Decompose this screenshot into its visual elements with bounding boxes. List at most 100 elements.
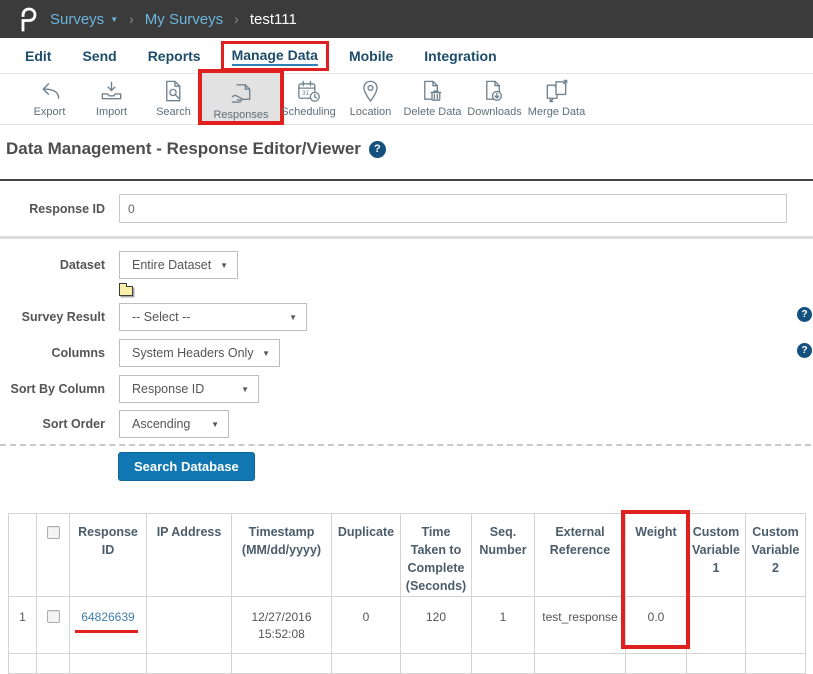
select-all-header bbox=[37, 514, 70, 597]
tool-label: Merge Data bbox=[528, 106, 585, 118]
ip-address-cell bbox=[147, 596, 232, 653]
columns-select-value: System Headers Only bbox=[132, 346, 254, 360]
annotation-underline-response-id bbox=[75, 630, 138, 633]
tool-label: Location bbox=[350, 106, 392, 118]
row-number-cell: 1 bbox=[9, 596, 37, 653]
row-checkbox[interactable] bbox=[47, 610, 60, 623]
search-button[interactable]: Search bbox=[144, 75, 203, 118]
delete-data-button[interactable]: Delete Data bbox=[403, 75, 462, 118]
row-number-header bbox=[9, 514, 37, 597]
divider-dashed bbox=[0, 444, 811, 446]
responses-table: Response ID IP Address Timestamp (MM/dd/… bbox=[8, 513, 805, 674]
chevron-down-icon: ▼ bbox=[241, 385, 249, 394]
responses-button[interactable]: Responses bbox=[198, 69, 284, 125]
sort-by-column-label: Sort By Column bbox=[0, 382, 105, 396]
svg-text:31: 31 bbox=[302, 90, 309, 97]
tab-send[interactable]: Send bbox=[82, 48, 116, 64]
divider bbox=[0, 236, 813, 239]
col-weight: Weight bbox=[626, 514, 687, 597]
custom-variable-1-cell bbox=[687, 596, 746, 653]
tab-manage-data[interactable]: Manage Data bbox=[232, 47, 318, 66]
col-ip-address: IP Address bbox=[147, 514, 232, 597]
tab-reports[interactable]: Reports bbox=[148, 48, 201, 64]
col-response-id: Response ID bbox=[70, 514, 147, 597]
tool-label: Responses bbox=[213, 109, 268, 121]
export-icon bbox=[36, 78, 63, 105]
columns-label: Columns bbox=[0, 346, 105, 360]
row-select-cell bbox=[37, 596, 70, 653]
seq-number-cell: 1 bbox=[472, 596, 535, 653]
sort-order-label: Sort Order bbox=[0, 417, 105, 431]
responses-icon bbox=[228, 81, 255, 108]
sort-order-select[interactable]: Ascending ▼ bbox=[119, 410, 229, 438]
col-timestamp: Timestamp (MM/dd/yyyy) bbox=[232, 514, 332, 597]
help-icon[interactable]: ? bbox=[369, 141, 386, 158]
columns-select[interactable]: System Headers Only ▼ bbox=[119, 339, 280, 367]
tool-label: Import bbox=[96, 106, 127, 118]
merge-data-button[interactable]: Merge Data bbox=[527, 75, 586, 118]
annotation-box-manage-data: Manage Data bbox=[221, 41, 329, 71]
tool-label: Search bbox=[156, 106, 191, 118]
custom-variable-2-cell bbox=[746, 596, 806, 653]
dataset-select[interactable]: Entire Dataset ▼ bbox=[119, 251, 238, 279]
columns-row: Columns System Headers Only ▼ bbox=[0, 339, 280, 367]
response-id-link[interactable]: 64826639 bbox=[81, 610, 134, 624]
chevron-down-icon: ▼ bbox=[289, 313, 297, 322]
import-icon bbox=[98, 78, 125, 105]
response-id-label: Response ID bbox=[0, 202, 105, 216]
weight-cell: 0.0 bbox=[626, 596, 687, 653]
sort-order-row: Sort Order Ascending ▼ bbox=[0, 410, 229, 438]
response-id-input[interactable] bbox=[119, 194, 787, 223]
surveys-menu-label: Surveys bbox=[50, 11, 104, 28]
col-duplicate: Duplicate bbox=[332, 514, 401, 597]
downloads-button[interactable]: Downloads bbox=[465, 75, 524, 118]
survey-result-select[interactable]: -- Select -- ▼ bbox=[119, 303, 307, 331]
folder-icon[interactable] bbox=[119, 286, 133, 296]
tab-edit[interactable]: Edit bbox=[25, 48, 51, 64]
scheduling-button[interactable]: 31 Scheduling bbox=[279, 75, 338, 118]
tab-integration[interactable]: Integration bbox=[424, 48, 496, 64]
caret-down-icon: ▼ bbox=[110, 15, 118, 24]
tool-label: Downloads bbox=[467, 106, 521, 118]
survey-result-label: Survey Result bbox=[0, 310, 105, 324]
downloads-icon bbox=[481, 78, 508, 105]
page-title: Data Management - Response Editor/Viewer bbox=[6, 139, 361, 159]
col-time-taken: Time Taken to Complete (Seconds) bbox=[401, 514, 472, 597]
tool-label: Delete Data bbox=[403, 106, 461, 118]
response-id-row: Response ID bbox=[0, 194, 787, 223]
sort-by-column-row: Sort By Column Response ID ▼ bbox=[0, 375, 259, 403]
breadcrumb-my-surveys[interactable]: My Surveys bbox=[145, 11, 223, 28]
manage-data-toolbar: Export Import Search Responses 31 Schedu… bbox=[0, 75, 813, 125]
chevron-down-icon: ▼ bbox=[220, 261, 228, 270]
questionpro-logo[interactable] bbox=[17, 6, 39, 32]
survey-result-help-icon[interactable]: ? bbox=[797, 307, 812, 322]
location-button[interactable]: Location bbox=[341, 75, 400, 118]
survey-nav-tabs: Edit Send Reports Manage Data Mobile Int… bbox=[0, 38, 813, 74]
survey-result-row: Survey Result -- Select -- ▼ bbox=[0, 303, 307, 331]
time-taken-cell: 120 bbox=[401, 596, 472, 653]
delete-data-icon bbox=[419, 78, 446, 105]
sort-order-select-value: Ascending bbox=[132, 417, 190, 431]
col-custom-variable-1: Custom Variable 1 bbox=[687, 514, 746, 597]
logo-p-icon bbox=[17, 6, 39, 32]
chevron-down-icon: ▼ bbox=[211, 420, 219, 429]
surveys-menu[interactable]: Surveys ▼ bbox=[50, 11, 118, 28]
table-row-partial bbox=[9, 653, 806, 673]
breadcrumb-separator-icon: › bbox=[129, 11, 134, 27]
sort-by-column-select-value: Response ID bbox=[132, 382, 204, 396]
sort-by-column-select[interactable]: Response ID ▼ bbox=[119, 375, 259, 403]
import-button[interactable]: Import bbox=[82, 75, 141, 118]
table-header-row: Response ID IP Address Timestamp (MM/dd/… bbox=[9, 514, 806, 597]
table-row: 1 64826639 12/27/2016 15:52:08 0 120 1 t… bbox=[9, 596, 806, 653]
merge-data-icon bbox=[543, 78, 570, 105]
chevron-down-icon: ▼ bbox=[262, 349, 270, 358]
col-custom-variable-2: Custom Variable 2 bbox=[746, 514, 806, 597]
export-button[interactable]: Export bbox=[20, 75, 79, 118]
columns-help-icon[interactable]: ? bbox=[797, 343, 812, 358]
topbar: Surveys ▼ › My Surveys › test111 bbox=[0, 0, 813, 38]
breadcrumb-separator-icon: › bbox=[234, 11, 239, 27]
tab-mobile[interactable]: Mobile bbox=[349, 48, 393, 64]
select-all-checkbox[interactable] bbox=[47, 526, 60, 539]
search-database-button[interactable]: Search Database bbox=[118, 452, 255, 481]
duplicate-cell: 0 bbox=[332, 596, 401, 653]
